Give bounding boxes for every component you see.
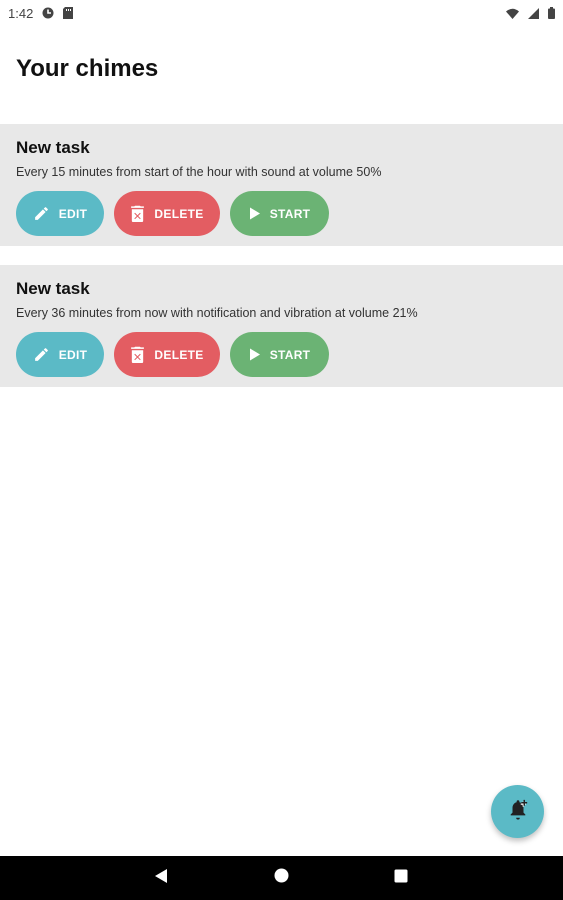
battery-icon <box>548 7 555 19</box>
task-description: Every 15 minutes from start of the hour … <box>16 165 382 179</box>
start-button[interactable]: START <box>230 332 329 377</box>
delete-button[interactable]: DELETE <box>114 191 220 236</box>
edit-button-label: EDIT <box>58 347 88 362</box>
start-button-label: START <box>269 206 311 221</box>
pencil-icon <box>33 346 50 363</box>
edit-button-label: EDIT <box>58 206 88 221</box>
pencil-icon <box>33 205 50 222</box>
task-card: New task Every 36 minutes from now with … <box>0 265 563 387</box>
recents-icon <box>394 869 408 888</box>
status-bar-left: 1:42 <box>8 5 74 21</box>
task-title: New task <box>16 279 90 298</box>
task-title: New task <box>16 138 90 157</box>
status-bar-right <box>506 7 555 19</box>
home-icon <box>274 868 289 888</box>
play-icon <box>249 207 261 220</box>
task-actions: EDIT DELETE START <box>16 332 547 377</box>
delete-button[interactable]: DELETE <box>114 332 220 377</box>
trash-icon <box>130 205 145 222</box>
home-button[interactable] <box>259 856 303 900</box>
recents-button[interactable] <box>379 856 423 900</box>
add-chime-fab[interactable] <box>491 785 544 838</box>
back-icon <box>154 868 168 889</box>
status-time: 1:42 <box>8 5 34 21</box>
delete-button-label: DELETE <box>154 206 204 221</box>
add-alarm-bell-icon <box>507 798 529 825</box>
start-button[interactable]: START <box>230 191 329 236</box>
trash-icon <box>130 346 145 363</box>
delete-button-label: DELETE <box>154 347 204 362</box>
sd-card-icon <box>63 7 74 19</box>
status-bar: 1:42 <box>0 0 563 26</box>
edit-button[interactable]: EDIT <box>16 191 104 236</box>
back-button[interactable] <box>139 856 183 900</box>
page-title: Your chimes <box>16 55 159 82</box>
wifi-icon <box>506 8 519 19</box>
navigation-bar <box>0 856 563 900</box>
task-description: Every 36 minutes from now with notificat… <box>16 306 418 320</box>
task-actions: EDIT DELETE START <box>16 191 547 236</box>
task-card: New task Every 15 minutes from start of … <box>0 124 563 246</box>
play-icon <box>249 348 261 361</box>
edit-button[interactable]: EDIT <box>16 332 104 377</box>
start-button-label: START <box>269 347 311 362</box>
signal-icon <box>528 7 539 19</box>
notification-app-icon <box>42 7 54 19</box>
